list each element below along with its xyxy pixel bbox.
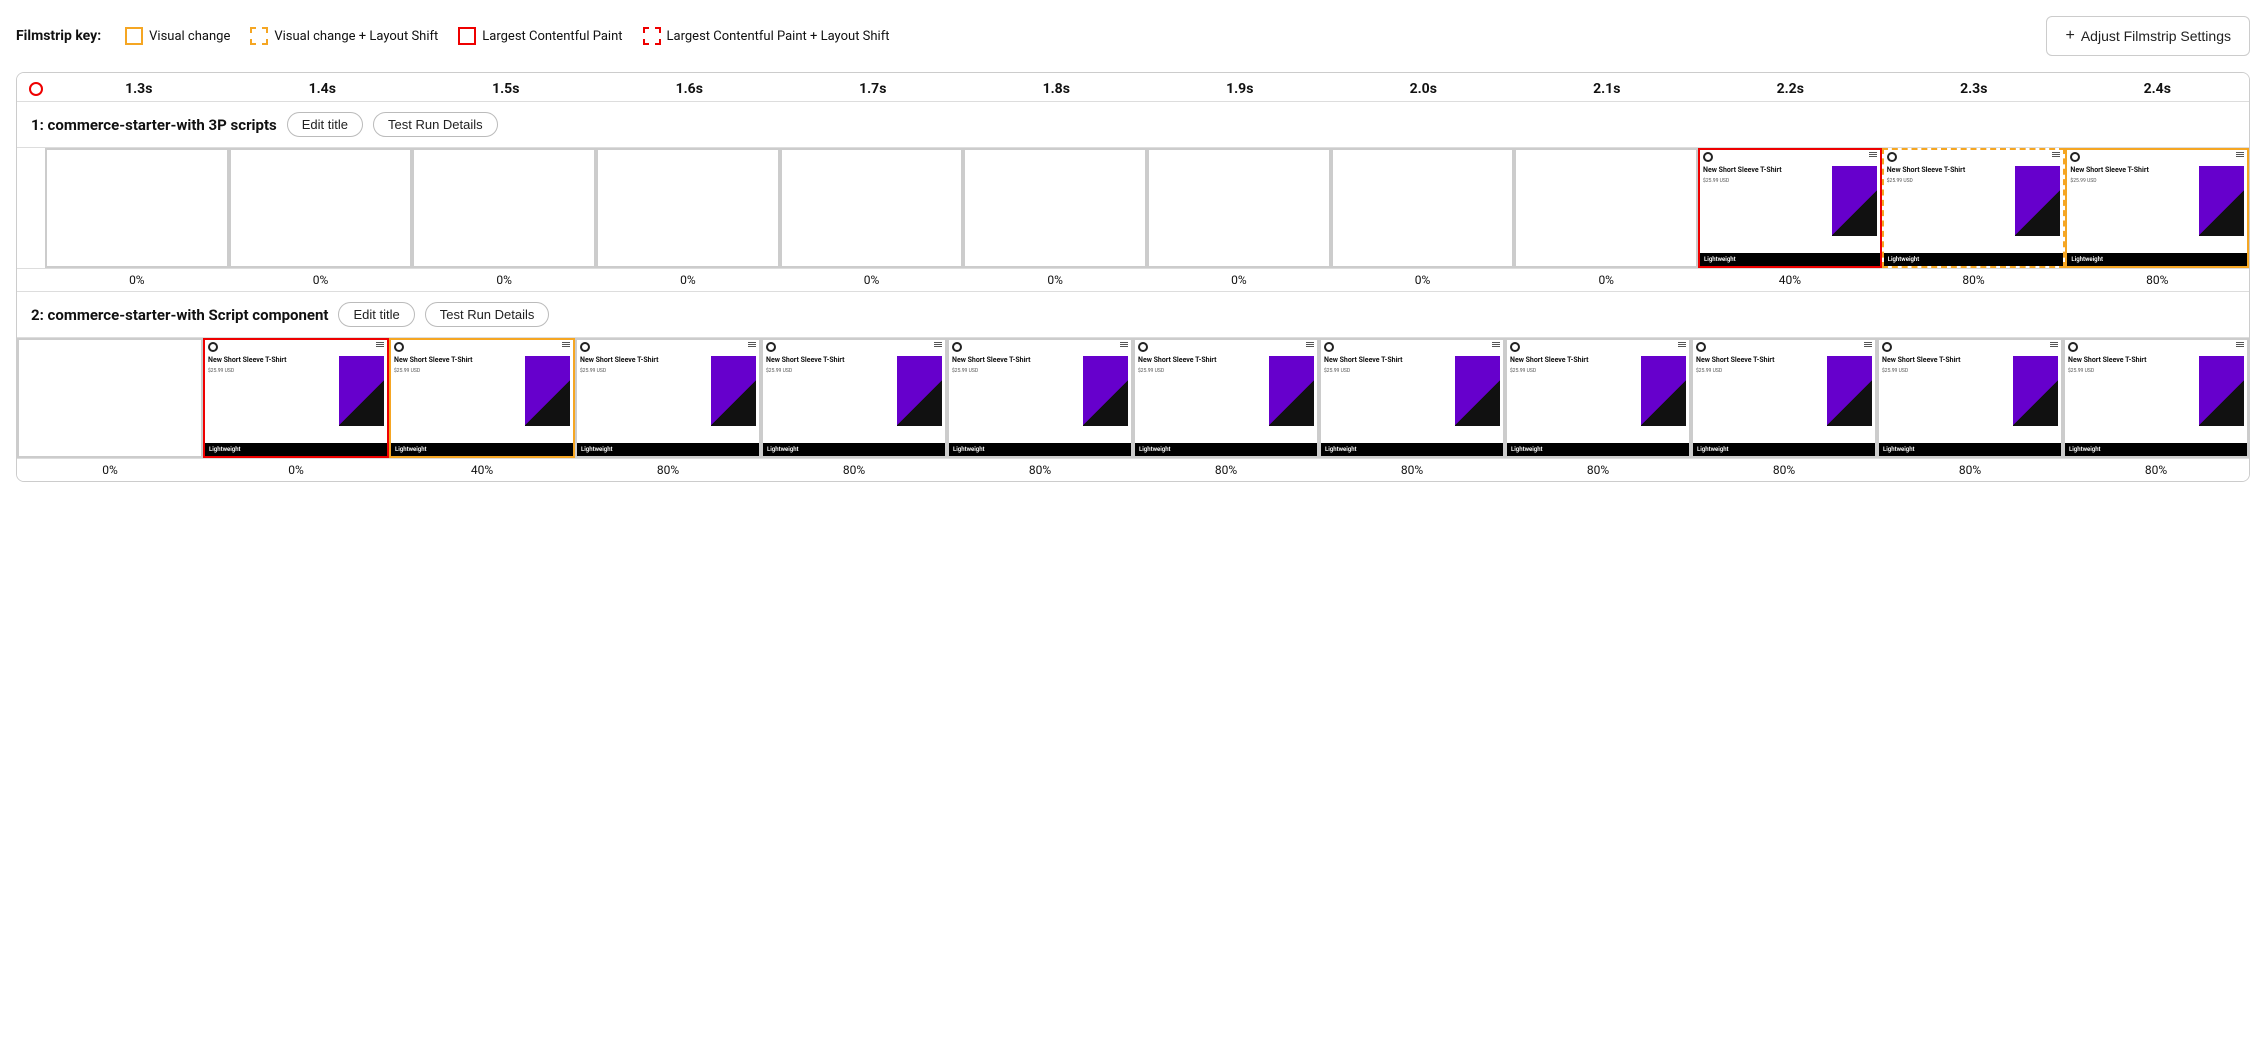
row1-percent-0: 0% — [45, 269, 229, 291]
lcp-label: Largest Contentful Paint — [482, 29, 622, 44]
timeline-ticks: 1.3s 1.4s 1.5s 1.6s 1.7s 1.8s 1.9s 2.0s … — [47, 81, 2249, 97]
row2-frame-3[interactable]: New Short Sleeve T-Shirt$25.99 USDLightw… — [761, 338, 947, 458]
row-2-title: 2: commerce-starter-with Script componen… — [31, 306, 328, 324]
row1-percent-8: 0% — [1514, 269, 1698, 291]
legend-visual-change: Visual change — [125, 27, 230, 45]
row2-percent-empty: 0% — [17, 459, 203, 481]
row1-frame-11[interactable]: New Short Sleeve T-Shirt$25.99 USDLightw… — [2065, 148, 2249, 268]
row-1-title: 1: commerce-starter-with 3P scripts — [31, 116, 277, 134]
row2-frame-empty — [17, 338, 203, 458]
tick-2: 1.5s — [414, 81, 598, 97]
row-1-frames: New Short Sleeve T-Shirt$25.99 USDLightw… — [17, 147, 2249, 268]
row1-frame-8[interactable] — [1514, 148, 1698, 268]
row2-frame-5[interactable]: New Short Sleeve T-Shirt$25.99 USDLightw… — [1133, 338, 1319, 458]
row1-percent-2: 0% — [412, 269, 596, 291]
tick-4: 1.7s — [781, 81, 965, 97]
tick-0: 1.3s — [47, 81, 231, 97]
row1-frame-3[interactable] — [596, 148, 780, 268]
row2-percent-2: 80% — [575, 459, 761, 481]
row1-percent-1: 0% — [229, 269, 413, 291]
row1-frame-6[interactable] — [1147, 148, 1331, 268]
row-1-edit-title[interactable]: Edit title — [287, 112, 363, 137]
lcp-icon — [458, 27, 476, 45]
row2-percent-5: 80% — [1133, 459, 1319, 481]
row2-percent-0: 0% — [203, 459, 389, 481]
tick-11: 2.4s — [2066, 81, 2250, 97]
row2-percent-9: 80% — [1877, 459, 2063, 481]
row1-frame-1[interactable] — [229, 148, 413, 268]
row2-percent-3: 80% — [761, 459, 947, 481]
row-1-header: 1: commerce-starter-with 3P scripts Edit… — [17, 102, 2249, 147]
row2-frame-8[interactable]: New Short Sleeve T-Shirt$25.99 USDLightw… — [1691, 338, 1877, 458]
row1-frame-9[interactable]: New Short Sleeve T-Shirt$25.99 USDLightw… — [1698, 148, 1882, 268]
row1-frame-7[interactable] — [1331, 148, 1515, 268]
tick-10: 2.3s — [1882, 81, 2066, 97]
row1-frame-10[interactable]: New Short Sleeve T-Shirt$25.99 USDLightw… — [1882, 148, 2066, 268]
visual-change-layout-icon — [250, 27, 268, 45]
row2-frame-1[interactable]: New Short Sleeve T-Shirt$25.99 USDLightw… — [389, 338, 575, 458]
tick-9: 2.2s — [1699, 81, 1883, 97]
row1-percent-5: 0% — [963, 269, 1147, 291]
tick-1: 1.4s — [231, 81, 415, 97]
visual-change-layout-label: Visual change + Layout Shift — [274, 29, 438, 44]
row2-frame-4[interactable]: New Short Sleeve T-Shirt$25.99 USDLightw… — [947, 338, 1133, 458]
top-bar: Filmstrip key: Visual change Visual chan… — [16, 16, 2250, 56]
lcp-layout-icon — [643, 27, 661, 45]
filmstrip-container: 1.3s 1.4s 1.5s 1.6s 1.7s 1.8s 1.9s 2.0s … — [16, 72, 2250, 482]
row-2-edit-title[interactable]: Edit title — [338, 302, 414, 327]
row1-frame-4[interactable] — [780, 148, 964, 268]
row1-percent-4: 0% — [780, 269, 964, 291]
row-2-frames: New Short Sleeve T-Shirt$25.99 USDLightw… — [17, 337, 2249, 458]
row-2-percents: 0%0%40%80%80%80%80%80%80%80%80%80% — [17, 458, 2249, 481]
legend: Filmstrip key: Visual change Visual chan… — [16, 27, 889, 45]
tick-6: 1.9s — [1148, 81, 1332, 97]
tick-5: 1.8s — [965, 81, 1149, 97]
row2-frame-10[interactable]: New Short Sleeve T-Shirt$25.99 USDLightw… — [2063, 338, 2249, 458]
adjust-btn-label: Adjust Filmstrip Settings — [2081, 28, 2231, 44]
row1-percent-6: 0% — [1147, 269, 1331, 291]
timeline-header: 1.3s 1.4s 1.5s 1.6s 1.7s 1.8s 1.9s 2.0s … — [17, 73, 2249, 102]
tick-8: 2.1s — [1515, 81, 1699, 97]
row2-percent-6: 80% — [1319, 459, 1505, 481]
row-1: 1: commerce-starter-with 3P scripts Edit… — [17, 102, 2249, 292]
adjust-filmstrip-button[interactable]: + Adjust Filmstrip Settings — [2046, 16, 2250, 56]
row-1-test-run-details[interactable]: Test Run Details — [373, 112, 498, 137]
row2-percent-8: 80% — [1691, 459, 1877, 481]
legend-label: Filmstrip key: — [16, 28, 101, 44]
row1-percent-7: 0% — [1331, 269, 1515, 291]
row1-frame-2[interactable] — [412, 148, 596, 268]
row2-percent-7: 80% — [1505, 459, 1691, 481]
row1-frame-5[interactable] — [963, 148, 1147, 268]
tick-3: 1.6s — [598, 81, 782, 97]
timeline-dot — [29, 82, 43, 96]
row1-percent-3: 0% — [596, 269, 780, 291]
legend-visual-change-layout: Visual change + Layout Shift — [250, 27, 438, 45]
visual-change-icon — [125, 27, 143, 45]
legend-lcp-layout: Largest Contentful Paint + Layout Shift — [643, 27, 890, 45]
row1-percent-9: 40% — [1698, 269, 1882, 291]
row-1-percents: 0%0%0%0%0%0%0%0%0%40%80%80% — [17, 268, 2249, 291]
row-2-header: 2: commerce-starter-with Script componen… — [17, 292, 2249, 337]
row1-percent-10: 80% — [1882, 269, 2066, 291]
legend-lcp: Largest Contentful Paint — [458, 27, 622, 45]
row2-frame-0[interactable]: New Short Sleeve T-Shirt$25.99 USDLightw… — [203, 338, 389, 458]
plus-icon: + — [2065, 27, 2074, 45]
row-2: 2: commerce-starter-with Script componen… — [17, 292, 2249, 481]
row2-frame-6[interactable]: New Short Sleeve T-Shirt$25.99 USDLightw… — [1319, 338, 1505, 458]
tick-7: 2.0s — [1332, 81, 1516, 97]
row2-frame-7[interactable]: New Short Sleeve T-Shirt$25.99 USDLightw… — [1505, 338, 1691, 458]
row2-percent-4: 80% — [947, 459, 1133, 481]
row2-percent-10: 80% — [2063, 459, 2249, 481]
row2-frame-2[interactable]: New Short Sleeve T-Shirt$25.99 USDLightw… — [575, 338, 761, 458]
visual-change-label: Visual change — [149, 29, 230, 44]
row1-frame-0[interactable] — [45, 148, 229, 268]
row-2-test-run-details[interactable]: Test Run Details — [425, 302, 550, 327]
row1-percent-11: 80% — [2065, 269, 2249, 291]
row2-frame-9[interactable]: New Short Sleeve T-Shirt$25.99 USDLightw… — [1877, 338, 2063, 458]
lcp-layout-label: Largest Contentful Paint + Layout Shift — [667, 29, 890, 44]
row2-percent-1: 40% — [389, 459, 575, 481]
